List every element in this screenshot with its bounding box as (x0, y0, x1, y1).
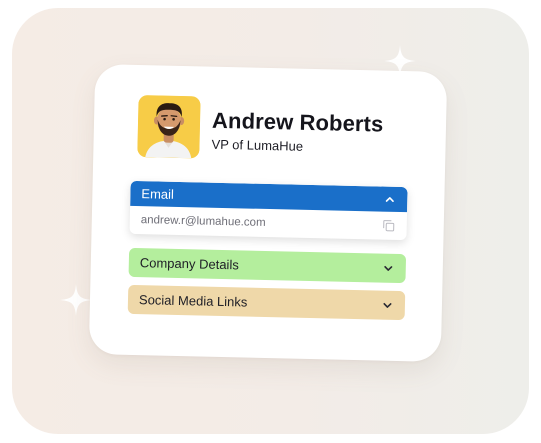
company-details-label: Company Details (139, 255, 239, 273)
email-section-body: andrew.r@lumahue.com (129, 206, 407, 240)
company-details-section[interactable]: Company Details (128, 247, 407, 284)
chevron-down-icon (383, 302, 392, 308)
contact-card: Andrew Roberts VP of LumaHue Email andre… (88, 64, 448, 362)
chevron-down-icon (384, 265, 393, 271)
social-media-header[interactable]: Social Media Links (128, 285, 406, 320)
profile-name: Andrew Roberts (211, 107, 384, 137)
background-panel: Andrew Roberts VP of LumaHue Email andre… (12, 8, 529, 434)
social-media-section[interactable]: Social Media Links (127, 284, 406, 321)
email-section: Email andrew.r@lumahue.com (129, 180, 408, 241)
chevron-up-icon (385, 197, 394, 202)
email-section-label: Email (141, 186, 175, 202)
company-details-header[interactable]: Company Details (129, 248, 407, 283)
sparkle-icon (60, 284, 92, 316)
social-media-label: Social Media Links (138, 292, 248, 310)
profile-role: VP of LumaHue (211, 136, 304, 154)
avatar-portrait (137, 95, 201, 159)
copy-icon[interactable] (383, 220, 395, 232)
email-value[interactable]: andrew.r@lumahue.com (141, 214, 266, 229)
avatar (137, 95, 201, 159)
